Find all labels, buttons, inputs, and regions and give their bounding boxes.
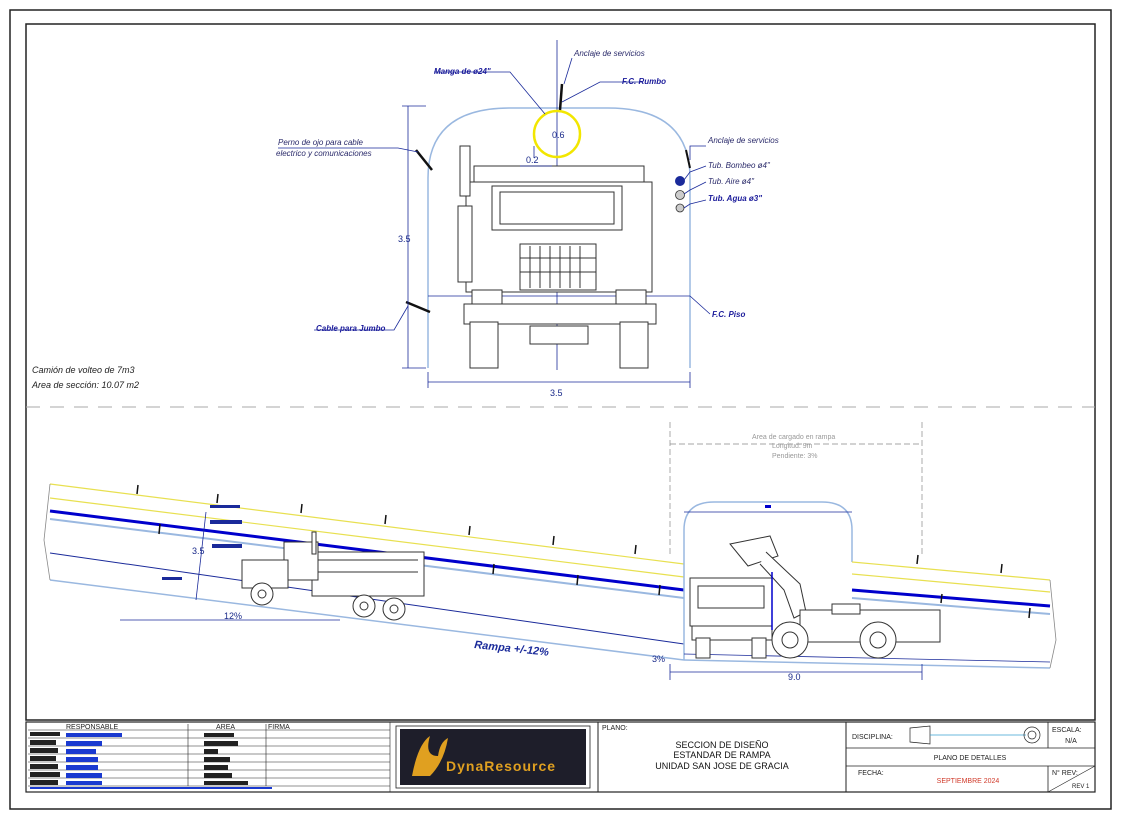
projection-circle-icon [1023,726,1041,744]
dim-slope: 12% [224,611,242,621]
label-fc-piso: F.C. Piso [712,310,745,319]
projection-cone-icon [909,725,931,745]
dim-vent-offset: 0.2 [526,155,539,165]
label-tub-agua: Tub. Agua ø3" [708,194,762,203]
section-view: Manga de ø24" Anclaje de servicios F.C. … [31,40,779,398]
jumbo-cable-anchor [405,300,431,314]
rev-value: REV 1 [1072,784,1090,790]
dim-ramp-height: 3.5 [192,546,205,556]
note-area: Area de sección: 10.07 m2 [31,380,139,390]
label-tub-bombeo: Tub. Bombeo ø4" [708,161,771,170]
hdr-responsable: RESPONSABLE [66,724,118,731]
plano-line1: SECCION DE DISEÑO [675,740,768,750]
water-pipe-icon [675,203,685,213]
dim-vent-dia: 0.6 [552,130,565,140]
sheet-title: PLANO DE DETALLES [934,755,1007,762]
rev-label: N° REV: [1052,769,1078,777]
pumping-pipe-icon [675,176,685,186]
dim-bay-length: 9.0 [788,672,801,682]
label-anclaje-right: Anclaje de servicios [707,136,779,145]
label-manga: Manga de ø24" [434,67,491,76]
label-anclaje-top: Anclaje de servicios [573,49,645,58]
fecha-value: SEPTIEMBRE 2024 [937,778,1000,785]
plano-line3: UNIDAD SAN JOSE DE GRACIA [655,761,789,771]
plano-label: PLANO: [602,725,628,732]
dim-bay-slope: 3% [652,654,665,664]
escala-value: N/A [1065,738,1077,745]
dim-height: 3.5 [398,234,411,244]
title-block: RESPONSABLE AREA FIRMA DynaResource PLAN… [25,721,1096,793]
fecha-label: FECHA: [858,770,884,777]
hdr-area: AREA [216,724,235,731]
label-perno-1: Perno de ojo para cable [278,138,364,147]
profile-view: Area de cargado en rampa Longitud: 9m Pe… [43,422,1057,682]
dim-width: 3.5 [550,388,563,398]
label-tub-aire: Tub. Aire ø4" [708,177,755,186]
loading-area-length: Longitud: 9m [772,443,813,450]
dim-ticks [162,505,242,580]
loading-area-slope: Pendiente: 3% [772,453,818,460]
note-truck: Camión de volteo de 7m3 [32,365,135,375]
plano-line2: ESTANDAR DE RAMPA [673,750,770,760]
dump-truck-front [457,145,657,369]
label-cable-jumbo: Cable para Jumbo [316,324,385,333]
air-pipe-icon [675,190,685,200]
redacted-marks [30,732,248,785]
label-fc-rumbo: F.C. Rumbo [622,77,666,86]
drawing-sheet: Manga de ø24" Anclaje de servicios F.C. … [0,0,1121,819]
logo-text: DynaResource [446,758,556,774]
service-anchor-right [685,149,691,169]
loading-area-title: Area de cargado en rampa [752,434,835,441]
dump-truck-rear-in-bay [689,577,773,659]
hdr-firma: FIRMA [268,724,290,731]
service-anchor-top [558,83,564,111]
escala-label: ESCALA: [1052,727,1082,734]
disciplina-label: DISCIPLINA: [852,734,893,741]
label-perno-2: electrico y comunicaciones [276,149,372,158]
